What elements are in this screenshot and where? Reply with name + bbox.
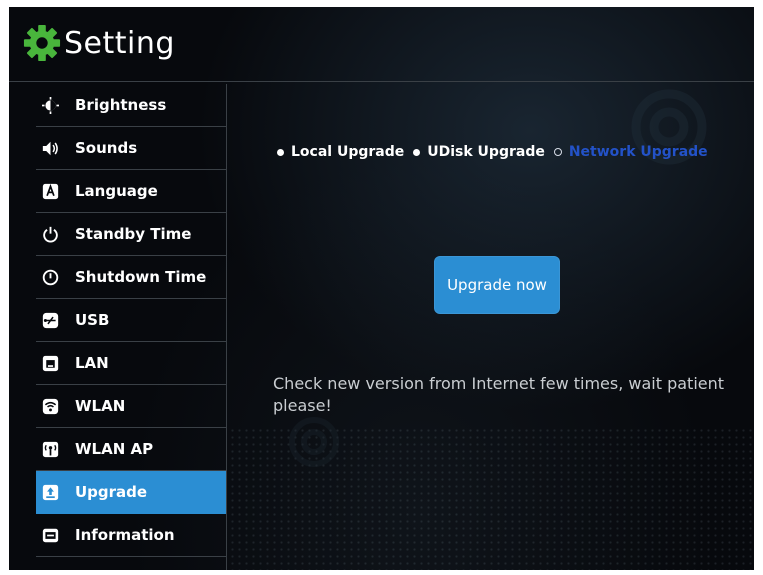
sidebar-item-shutdown-time[interactable]: Shutdown Time	[36, 256, 226, 299]
upgrade-now-button[interactable]: Upgrade now	[434, 256, 560, 314]
upgrade-icon	[42, 484, 59, 501]
sidebar-item-language[interactable]: Language	[36, 170, 226, 213]
sidebar: Brightness Sounds Language Standby Time	[36, 84, 226, 570]
tab-local-upgrade[interactable]: Local Upgrade	[277, 144, 404, 160]
sidebar-item-label: USB	[75, 311, 110, 329]
brightness-icon	[42, 97, 59, 114]
status-message: Check new version from Internet few time…	[273, 374, 725, 415]
sidebar-item-wlan[interactable]: WLAN	[36, 385, 226, 428]
sidebar-item-label: Standby Time	[75, 225, 192, 243]
language-icon	[42, 183, 59, 200]
sidebar-item-wlan-ap[interactable]: WLAN AP	[36, 428, 226, 471]
sidebar-item-label: WLAN	[75, 397, 126, 415]
tab-network-upgrade[interactable]: Network Upgrade	[553, 144, 708, 160]
tab-label: Network Upgrade	[568, 144, 708, 160]
sidebar-item-label: Sounds	[75, 139, 138, 157]
speaker-icon	[42, 141, 58, 156]
access-point-icon	[42, 441, 59, 458]
wifi-icon	[42, 398, 59, 415]
radio-dot-icon	[413, 148, 421, 156]
upgrade-mode-tabs: Local Upgrade UDisk Upgrade Network Upgr…	[277, 141, 708, 163]
sidebar-item-label: Brightness	[75, 96, 167, 114]
usb-icon	[42, 312, 59, 329]
page-title: Setting	[64, 26, 175, 61]
radio-ring-icon	[553, 148, 562, 156]
tab-udisk-upgrade[interactable]: UDisk Upgrade	[413, 144, 545, 160]
settings-screen: Setting Brightness Sounds Language Stand…	[9, 7, 754, 570]
sidebar-item-standby-time[interactable]: Standby Time	[36, 213, 226, 256]
background-gear-icon	[631, 89, 707, 165]
sidebar-item-usb[interactable]: USB	[36, 299, 226, 342]
power-icon	[43, 226, 58, 243]
information-icon	[42, 528, 59, 543]
shutdown-icon	[42, 269, 59, 286]
sidebar-item-information[interactable]: Information	[36, 514, 226, 557]
sidebar-item-label: Shutdown Time	[75, 268, 207, 286]
header: Setting	[9, 7, 754, 82]
sidebar-item-label: WLAN AP	[75, 440, 154, 458]
sidebar-item-sounds[interactable]: Sounds	[36, 127, 226, 170]
sidebar-item-lan[interactable]: LAN	[36, 342, 226, 385]
gear-icon	[23, 24, 61, 62]
sidebar-item-upgrade[interactable]: Upgrade	[36, 471, 226, 514]
tab-label: Local Upgrade	[291, 144, 405, 160]
sidebar-item-label: Upgrade	[75, 483, 148, 501]
radio-dot-icon	[277, 148, 284, 156]
sidebar-item-label: Language	[75, 182, 158, 200]
tab-label: UDisk Upgrade	[427, 144, 545, 160]
sidebar-item-label: Information	[75, 526, 175, 544]
lan-icon	[42, 355, 59, 372]
sidebar-item-label: LAN	[75, 354, 109, 372]
sidebar-item-brightness[interactable]: Brightness	[36, 84, 226, 127]
sidebar-divider	[226, 84, 227, 570]
